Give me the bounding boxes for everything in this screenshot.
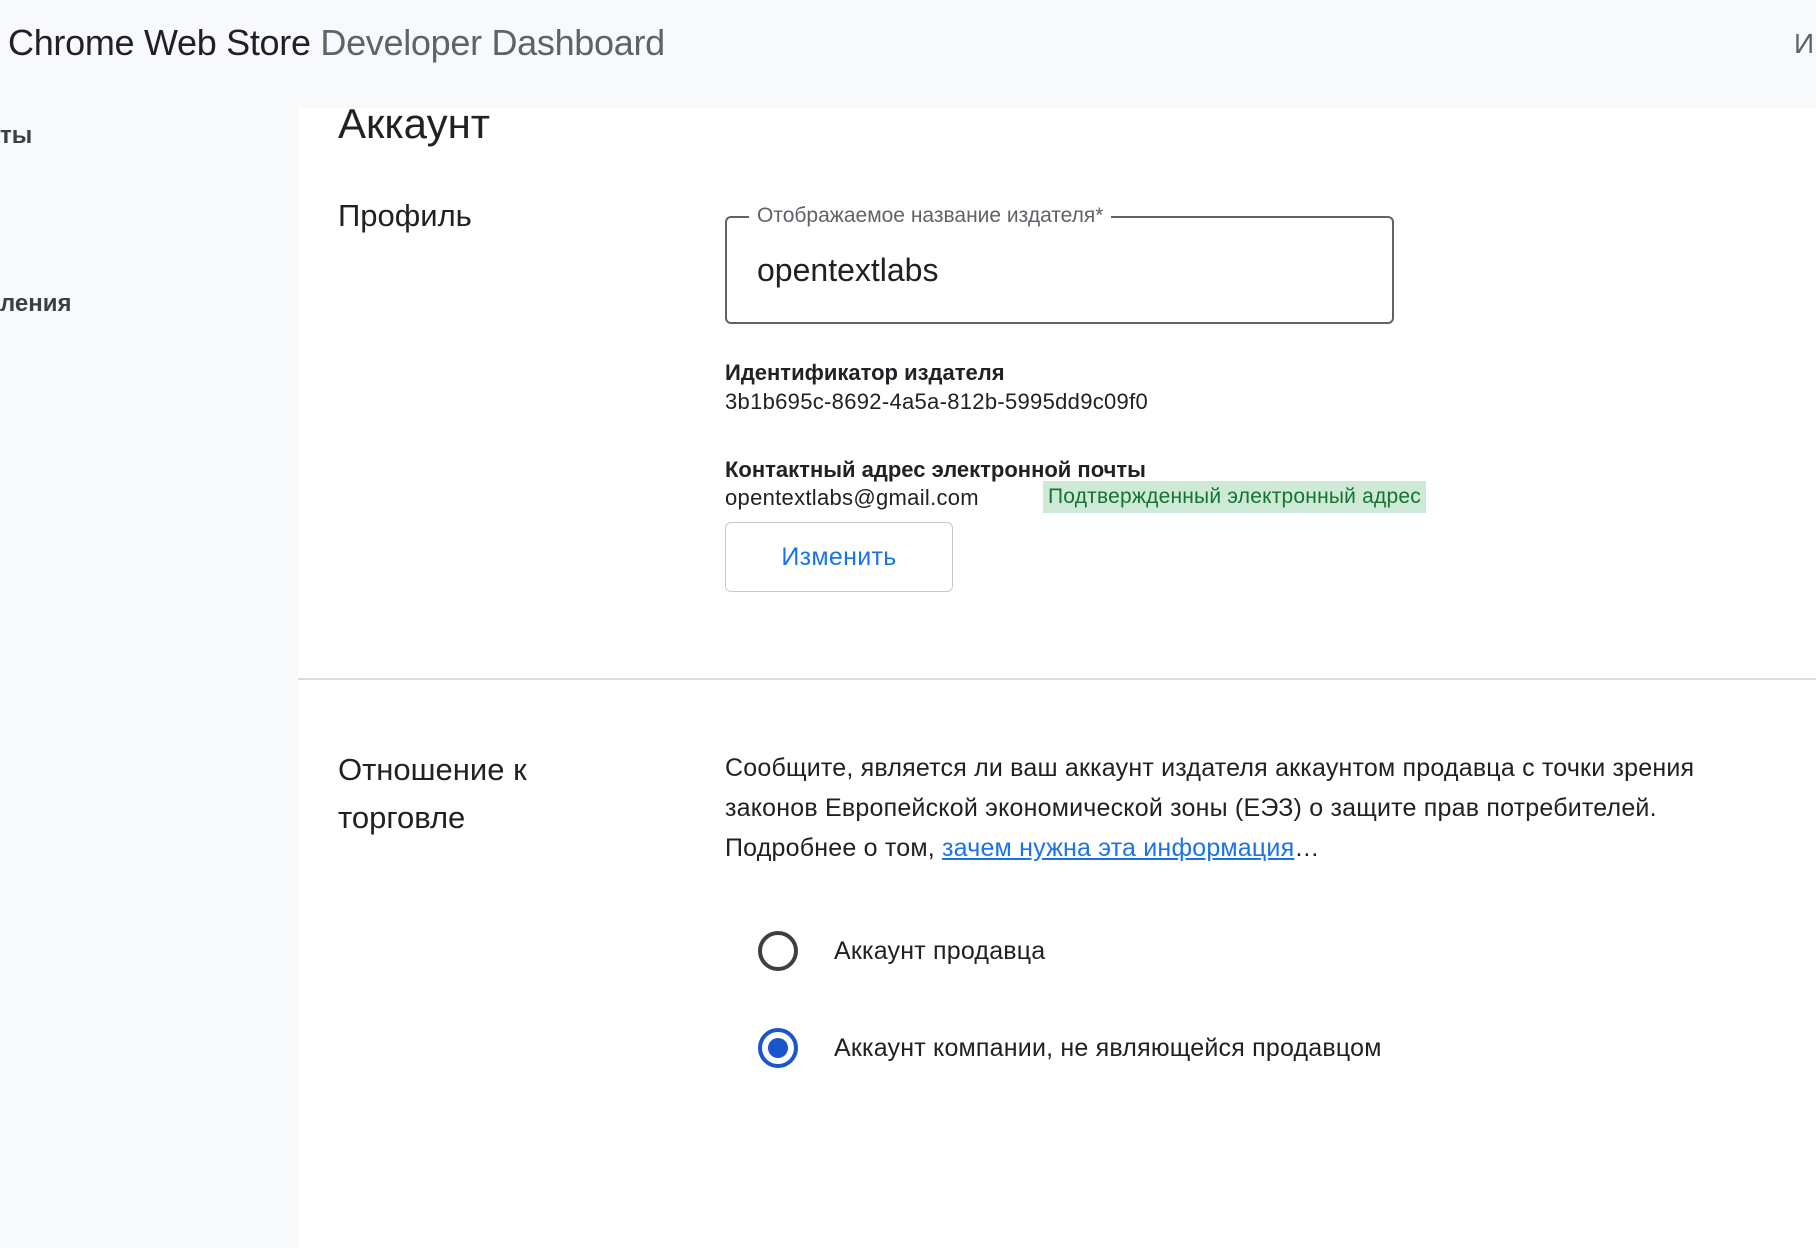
top-app-bar: Chrome Web Store Developer Dashboard И — [0, 0, 1816, 108]
sidebar: ты ления — [0, 108, 298, 1248]
publisher-display-name-label: Отображаемое название издателя* — [749, 204, 1112, 228]
publisher-display-name-field[interactable]: Отображаемое название издателя* opentext… — [725, 204, 1394, 324]
radio-option-non-trader[interactable]: Аккаунт компании, не являющейся продавцо… — [758, 1025, 1382, 1071]
publisher-id-label: Идентификатор издателя — [725, 360, 1005, 385]
publisher-id-value: 3b1b695c-8692-4a5a-812b-5995dd9c09f0 — [725, 389, 1149, 414]
radio-option-trader[interactable]: Аккаунт продавца — [758, 928, 1045, 974]
sidebar-item-2[interactable]: ления — [0, 290, 298, 318]
sidebar-item-1[interactable]: ты — [0, 122, 298, 150]
sidebar-item-label: ления — [0, 290, 72, 317]
app-title[interactable]: Chrome Web Store Developer Dashboard — [8, 22, 665, 64]
trader-section-label-line1: Отношение к — [338, 752, 527, 787]
change-email-button[interactable]: Изменить — [725, 522, 953, 592]
brand-secondary: Developer Dashboard — [320, 22, 665, 63]
profile-section-label: Профиль — [338, 198, 472, 233]
contact-email-value: opentextlabs@gmail.com — [725, 485, 979, 510]
radio-option-label: Аккаунт компании, не являющейся продавцо… — [834, 1033, 1382, 1062]
publisher-display-name-input[interactable]: opentextlabs — [757, 252, 938, 289]
verified-email-badge: Подтвержденный электронный адрес — [1043, 481, 1426, 513]
page-title: Аккаунт — [338, 100, 491, 147]
trader-description: Сообщите, является ли ваш аккаунт издате… — [725, 748, 1735, 868]
trader-section-label: Отношение к торговле — [338, 746, 527, 842]
radio-option-label: Аккаунт продавца — [834, 936, 1046, 965]
main-content: Аккаунт Профиль Отображаемое название из… — [298, 100, 1816, 1248]
section-divider — [298, 678, 1816, 680]
radio-checked-icon[interactable] — [758, 1028, 798, 1068]
radio-unchecked-icon[interactable] — [758, 931, 798, 971]
sidebar-item-label: ты — [0, 122, 33, 149]
account-menu-button[interactable]: И — [1794, 28, 1816, 60]
trader-description-suffix: … — [1294, 834, 1320, 862]
why-info-needed-link[interactable]: зачем нужна эта информация — [942, 834, 1294, 862]
brand-primary: Chrome Web Store — [8, 22, 311, 63]
trader-section-label-line2: торговле — [338, 800, 466, 835]
contact-email-label: Контактный адрес электронной почты — [725, 457, 1146, 482]
